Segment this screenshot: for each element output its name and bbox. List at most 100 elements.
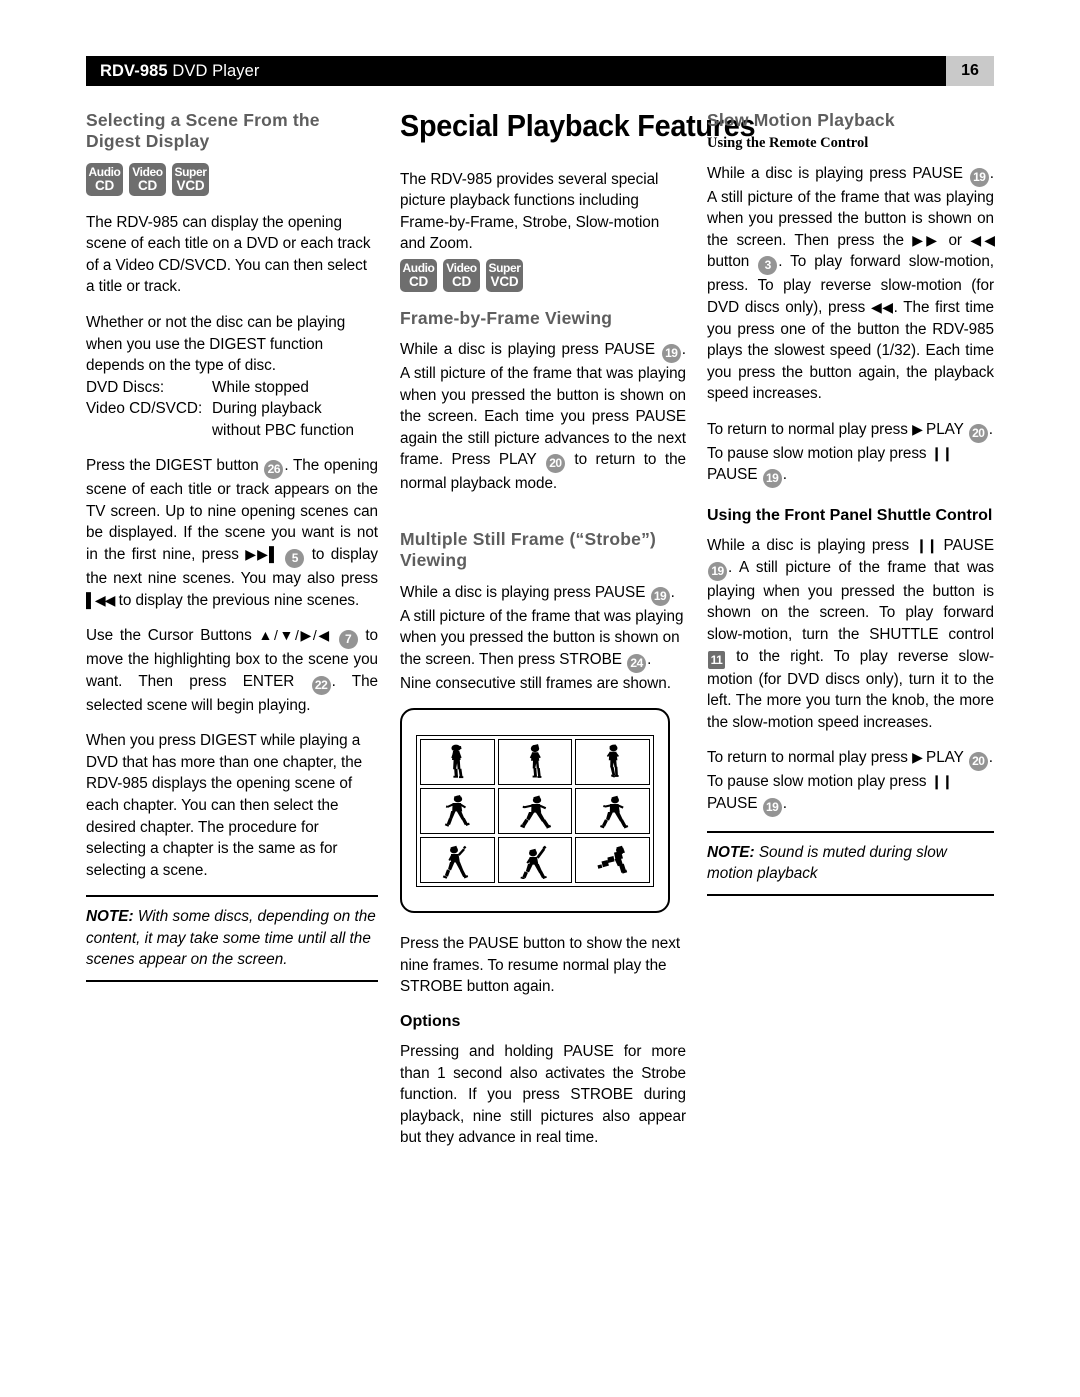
- disc-badge-line1: Audio: [402, 261, 435, 276]
- pitcher-pose-1-icon: [451, 744, 464, 778]
- cursor-arrows-icon: ▲/▼/▶/◀: [258, 627, 332, 644]
- text-run: to the right. To play reverse slow-motio…: [707, 647, 994, 731]
- text-run: . A still picture of the frame that was …: [707, 558, 994, 644]
- paragraph-slow-motion-remote: While a disc is playing press PAUSE 19. …: [707, 163, 995, 405]
- disc-badge-audio-cd: Audio CD: [400, 258, 437, 292]
- rewind-icon: ◀◀: [970, 231, 995, 248]
- subheading-using-remote: Using the Remote Control: [707, 135, 869, 152]
- text-run: PLAY: [921, 749, 968, 767]
- tv-frame-cell: [575, 738, 650, 785]
- text-run: .: [782, 466, 787, 484]
- disc-badge-line2: CD: [451, 274, 472, 290]
- number-badge-19: 19: [969, 167, 989, 187]
- tv-frame-grid: [416, 734, 654, 887]
- pitcher-pose-2-icon: [529, 743, 542, 778]
- deflist-value: without PBC function: [212, 421, 354, 439]
- note-block-digest: NOTE: With some discs, depending on the …: [86, 895, 378, 982]
- number-badge-20: 20: [545, 454, 565, 474]
- disc-badge-super-vcd: Super VCD: [486, 258, 523, 292]
- text-run: To return to normal play press: [707, 420, 913, 438]
- number-badge-5: 5: [285, 549, 305, 568]
- text-run: to display the previous nine scenes.: [114, 591, 360, 609]
- paragraph-cursor-buttons: Use the Cursor Buttons ▲/▼/▶/◀ 7 to move…: [86, 625, 378, 716]
- disc-format-badges-middle: Audio CD Video CD Super VCD: [400, 258, 686, 292]
- text-run: PAUSE: [707, 466, 762, 484]
- text-run: button: [707, 253, 758, 271]
- play-icon: ▶: [912, 749, 923, 766]
- page-title: RDV-985 DVD Player: [86, 62, 260, 81]
- tv-frame-cell: [420, 787, 495, 834]
- disc-badge-video-cd: Video CD: [129, 162, 166, 196]
- tv-frame-cell: [575, 787, 650, 834]
- paragraph-digest-chapter: When you press DIGEST while playing a DV…: [86, 732, 363, 879]
- text-run: While a disc is playing press PAUSE: [400, 341, 661, 359]
- paragraph-digest-intro: The RDV-985 can display the opening scen…: [86, 213, 371, 296]
- deflist-value: During playback: [212, 400, 322, 418]
- text-run: While a disc is playing press PAUSE: [707, 164, 969, 182]
- deflist-value: While stopped: [212, 378, 309, 396]
- deflist-row: without PBC function: [86, 420, 378, 442]
- number-badge-22: 22: [311, 675, 331, 695]
- product-name: DVD Player: [167, 61, 260, 80]
- middle-column: Special Playback Features The RDV-985 pr…: [400, 108, 756, 1163]
- disc-format-badges-left: Audio CD Video CD Super VCD: [86, 162, 378, 196]
- feature-title: Special Playback Features: [400, 108, 756, 143]
- disc-badge-line2: CD: [137, 177, 158, 193]
- paragraph-digest-button: Press the DIGEST button 26. The opening …: [86, 455, 378, 611]
- pause-icon: ❙❙: [930, 444, 953, 461]
- deflist-row: Video CD/SVCD: During playback: [86, 398, 378, 420]
- tv-frame-cell: [420, 738, 495, 785]
- deflist-term: DVD Discs:: [86, 378, 165, 396]
- paragraph-return-normal-remote: To return to normal play press ▶ PLAY 20…: [707, 419, 994, 489]
- disc-badge-super-vcd: Super VCD: [172, 162, 209, 196]
- subheading-front-panel-shuttle: Using the Front Panel Shuttle Control: [707, 507, 993, 525]
- paragraph-strobe: While a disc is playing press PAUSE 19. …: [400, 582, 686, 695]
- paragraph-return-normal-shuttle: To return to normal play press ▶ PLAY 20…: [707, 747, 994, 817]
- text-run: PLAY: [921, 420, 968, 438]
- text-run: Press the DIGEST button: [86, 457, 264, 475]
- pause-icon: ❙❙: [915, 537, 938, 554]
- tv-frame-cell: [575, 836, 650, 883]
- text-run: or: [940, 231, 971, 249]
- text-run: To return to normal play press: [707, 749, 913, 767]
- paragraph-shuttle-control: While a disc is playing press ❙❙ PAUSE 1…: [707, 535, 994, 733]
- text-run: . A still picture of the frame that was …: [400, 341, 686, 469]
- tv-frame-cell: [497, 836, 573, 883]
- page-header-bar: RDV-985 DVD Player 16: [86, 56, 994, 86]
- text-run: PAUSE: [937, 537, 995, 555]
- heading-selecting-scene: Selecting a Scene From the Digest Displa…: [86, 110, 320, 152]
- disc-badge-line2: CD: [94, 177, 115, 193]
- disc-badge-line1: Super: [488, 261, 521, 276]
- disc-badge-line2: VCD: [490, 274, 519, 290]
- number-badge-24: 24: [627, 653, 647, 673]
- pitcher-pose-3-icon: [606, 744, 619, 778]
- tv-frame-cell: [420, 836, 495, 883]
- manual-page: RDV-985 DVD Player 16 Selecting a Scene …: [0, 0, 1080, 1397]
- disc-badge-line2: CD: [408, 274, 429, 290]
- paragraph-special-intro: The RDV-985 provides several special pic…: [400, 170, 660, 253]
- rewind-icon: ◀◀: [870, 298, 895, 315]
- fast-forward-icon: ▶▶: [912, 231, 941, 248]
- deflist-term: Video CD/SVCD:: [86, 400, 203, 418]
- tv-frame-cell: [497, 738, 573, 785]
- pitcher-pose-7-icon: [443, 845, 469, 879]
- tv-frame-cell: [497, 787, 573, 834]
- note-paragraph: NOTE: Sound is muted during slow motion …: [707, 842, 994, 885]
- next-track-icon: ▶▶▌: [245, 546, 279, 562]
- paragraph-frame-by-frame: While a disc is playing press PAUSE 19. …: [400, 339, 686, 495]
- text-run: Use the Cursor Buttons: [86, 627, 259, 645]
- pause-icon: ❙❙: [930, 773, 953, 790]
- note-block-slow-motion: NOTE: Sound is muted during slow motion …: [707, 830, 994, 896]
- heading-options: Options: [400, 1013, 461, 1031]
- disc-badge-line1: Video: [132, 164, 163, 179]
- number-badge-19: 19: [661, 344, 681, 364]
- page-number: 16: [946, 56, 994, 86]
- play-icon: ▶: [912, 420, 923, 437]
- right-column: Slow Motion Playback Using the Remote Co…: [707, 110, 995, 896]
- deflist-row: DVD Discs: While stopped: [86, 377, 378, 399]
- text-run: While a disc is playing press: [707, 537, 916, 555]
- text-run: .: [782, 794, 787, 812]
- product-model: RDV-985: [100, 61, 168, 80]
- note-label: NOTE:: [86, 908, 134, 926]
- disc-badge-line1: Audio: [88, 164, 121, 179]
